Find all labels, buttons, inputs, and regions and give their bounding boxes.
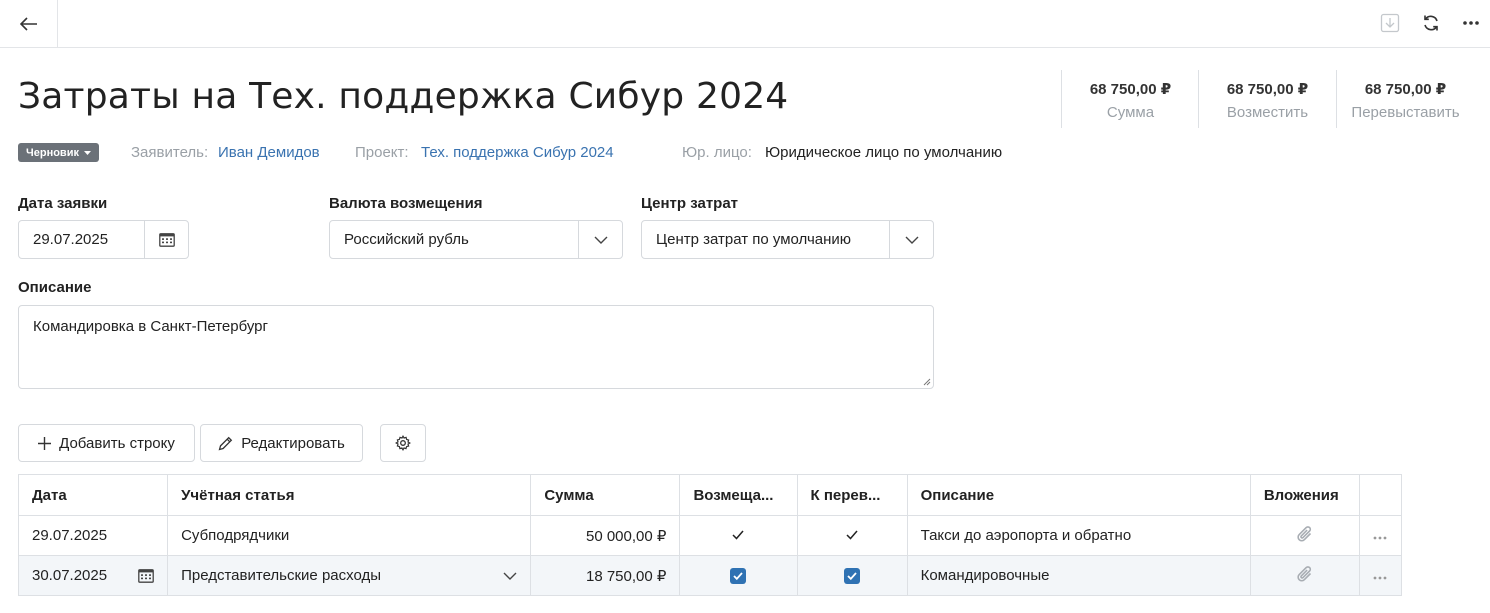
- cost-center-label: Центр затрат: [641, 195, 739, 212]
- caret-down-icon: [83, 150, 91, 155]
- resize-handle-icon[interactable]: [921, 376, 931, 386]
- cell-date-value: 30.07.2025: [32, 567, 108, 584]
- legal-entity-label: Юр. лицо:: [682, 144, 752, 161]
- column-header-article[interactable]: Учётная статья: [167, 474, 532, 516]
- check-icon: [847, 572, 857, 581]
- cell-row-actions[interactable]: [1359, 515, 1402, 556]
- summary-reimburse-value: 68 750,00 ₽: [1226, 81, 1309, 98]
- check-icon: [732, 530, 745, 540]
- edit-button[interactable]: Редактировать: [200, 424, 363, 462]
- cell-reimburse[interactable]: [679, 515, 798, 556]
- cell-amount[interactable]: 50 000,00 ₽: [530, 515, 681, 556]
- cost-center-select[interactable]: Центр затрат по умолчанию: [641, 220, 934, 259]
- plus-icon: [38, 436, 52, 450]
- back-button[interactable]: [0, 0, 58, 47]
- cell-row-actions[interactable]: [1359, 555, 1402, 596]
- top-bar: [0, 0, 1490, 48]
- add-row-button[interactable]: Добавить строку: [18, 424, 195, 462]
- download-icon: [1380, 13, 1400, 33]
- download-button[interactable]: [1379, 12, 1401, 34]
- reimburse-checkbox[interactable]: [730, 568, 747, 585]
- paperclip-icon[interactable]: [1295, 524, 1315, 544]
- summary-total-label: Сумма: [1106, 104, 1155, 121]
- summary-total-value: 68 750,00 ₽: [1089, 81, 1172, 98]
- more-icon[interactable]: [1373, 576, 1387, 580]
- refresh-button[interactable]: [1420, 12, 1442, 34]
- more-icon[interactable]: [1373, 536, 1387, 540]
- rebill-checkbox[interactable]: [844, 568, 861, 585]
- cost-center-value: Центр затрат по умолчанию: [656, 231, 852, 248]
- check-icon: [846, 530, 858, 540]
- column-header-attachments[interactable]: Вложения: [1250, 474, 1360, 516]
- column-header-amount[interactable]: Сумма: [530, 474, 681, 516]
- cell-reimburse[interactable]: [679, 555, 798, 596]
- cell-attachments[interactable]: [1250, 515, 1360, 556]
- column-header-date[interactable]: Дата: [18, 474, 169, 516]
- chevron-down-icon: [594, 236, 607, 244]
- currency-dropdown-toggle[interactable]: [578, 221, 622, 258]
- calendar-icon: [158, 233, 175, 247]
- cell-rebill[interactable]: [797, 515, 908, 556]
- more-icon: [1463, 21, 1479, 25]
- settings-button[interactable]: [380, 424, 426, 462]
- paperclip-icon[interactable]: [1295, 564, 1315, 584]
- column-header-reimburse[interactable]: Возмеща...: [679, 474, 798, 516]
- more-button[interactable]: [1460, 12, 1482, 34]
- expense-table: Дата Учётная статья Сумма Возмеща... К п…: [18, 474, 1402, 596]
- summary-rebill: 68 750,00 ₽ Перевыставить: [1336, 70, 1474, 128]
- project-label: Проект:: [355, 144, 409, 161]
- summary-rebill-value: 68 750,00 ₽: [1364, 81, 1447, 98]
- table-header-row: Дата Учётная статья Сумма Возмеща... К п…: [18, 474, 1402, 516]
- applicant-label: Заявитель:: [131, 144, 209, 161]
- arrow-left-icon: [19, 16, 37, 31]
- summary-rebill-label: Перевыставить: [1351, 104, 1460, 121]
- project-link[interactable]: Тех. поддержка Сибур 2024: [421, 144, 614, 161]
- currency-value: Российский рубль: [344, 231, 469, 248]
- meta-row: Черновик Заявитель: Иван Демидов Проект:…: [18, 142, 1118, 162]
- cell-article[interactable]: Представительские расходы: [167, 555, 532, 596]
- date-value: 29.07.2025: [33, 231, 109, 248]
- status-badge[interactable]: Черновик: [18, 143, 99, 162]
- calendar-icon[interactable]: [138, 568, 154, 583]
- cell-attachments[interactable]: [1250, 555, 1360, 596]
- summary-reimburse: 68 750,00 ₽ Возместить: [1198, 70, 1336, 128]
- chevron-down-icon[interactable]: [503, 572, 517, 580]
- chevron-down-icon: [905, 236, 918, 244]
- description-textarea[interactable]: Командировка в Санкт-Петербург: [18, 305, 934, 389]
- cost-center-dropdown-toggle[interactable]: [889, 221, 933, 258]
- gear-icon: [395, 435, 411, 451]
- summary-reimburse-label: Возместить: [1226, 104, 1309, 121]
- check-icon: [733, 572, 744, 581]
- pencil-icon: [218, 436, 233, 450]
- description-value: Командировка в Санкт-Петербург: [33, 318, 268, 335]
- date-picker-button[interactable]: [144, 221, 188, 258]
- cell-description[interactable]: Командировочные: [907, 555, 1251, 596]
- cell-article-value: Представительские расходы: [181, 567, 382, 584]
- cell-rebill[interactable]: [797, 555, 908, 596]
- status-label: Черновик: [26, 146, 79, 159]
- cell-article[interactable]: Субподрядчики: [167, 515, 532, 556]
- table-row[interactable]: 29.07.2025 Субподрядчики 50 000,00 ₽ Так…: [18, 515, 1402, 556]
- cell-amount[interactable]: 18 750,00 ₽: [530, 555, 681, 596]
- date-label: Дата заявки: [18, 195, 108, 212]
- description-label: Описание: [18, 279, 92, 296]
- refresh-icon: [1424, 15, 1438, 31]
- table-row[interactable]: 30.07.2025 Представительские расходы 18 …: [18, 555, 1402, 596]
- applicant-link[interactable]: Иван Демидов: [218, 144, 320, 161]
- cell-description[interactable]: Такси до аэропорта и обратно: [907, 515, 1251, 556]
- currency-label: Валюта возмещения: [329, 195, 483, 212]
- currency-select[interactable]: Российский рубль: [329, 220, 623, 259]
- column-header-description[interactable]: Описание: [907, 474, 1251, 516]
- page-title: Затраты на Тех. поддержка Сибур 2024: [18, 76, 789, 117]
- legal-entity-value: Юридическое лицо по умолчанию: [765, 144, 1003, 161]
- column-header-rebill[interactable]: К перев...: [797, 474, 908, 516]
- summary-total: 68 750,00 ₽ Сумма: [1061, 70, 1199, 128]
- column-header-actions: [1359, 474, 1402, 516]
- add-row-label: Добавить строку: [59, 434, 175, 452]
- cell-date[interactable]: 30.07.2025: [18, 555, 169, 596]
- date-field[interactable]: 29.07.2025: [18, 220, 189, 259]
- edit-label: Редактировать: [241, 434, 345, 452]
- cell-date[interactable]: 29.07.2025: [18, 515, 169, 556]
